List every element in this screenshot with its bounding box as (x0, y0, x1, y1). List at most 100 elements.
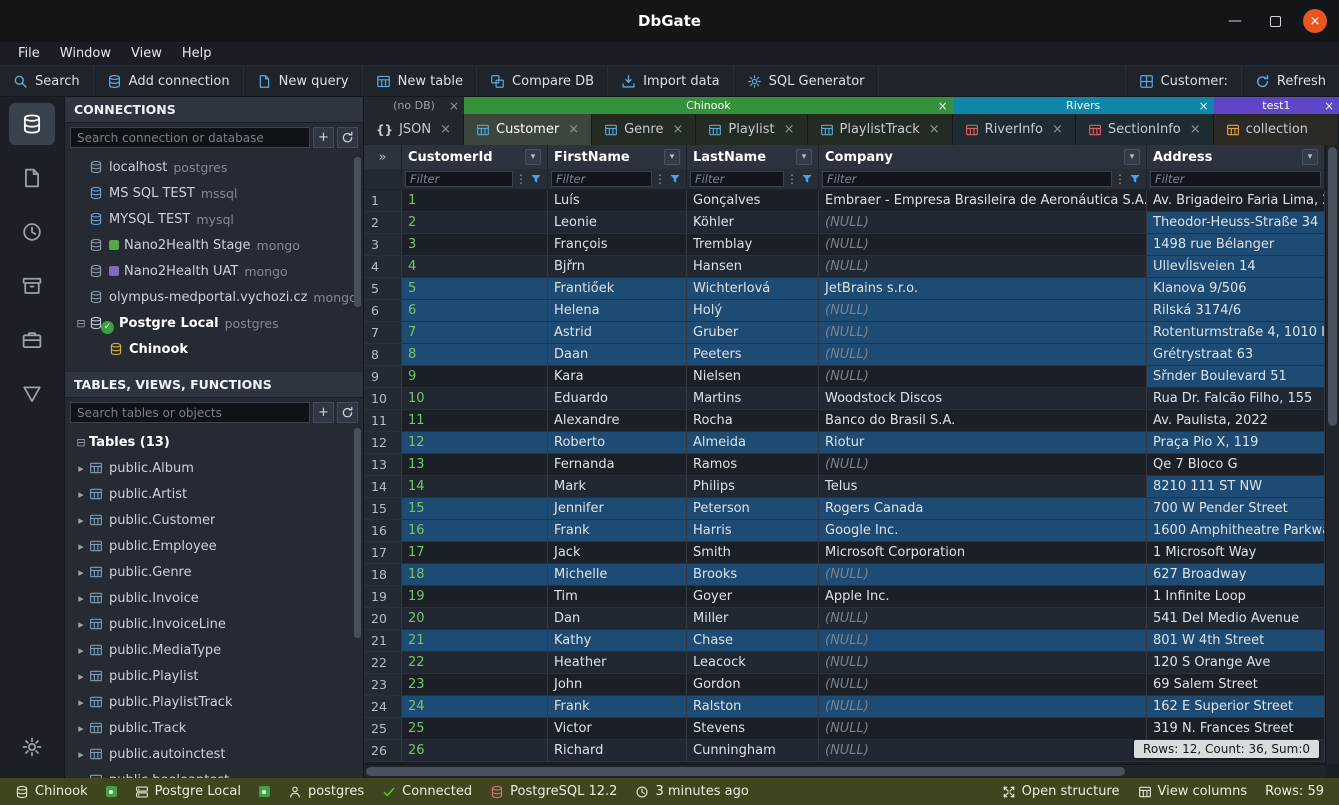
close-button[interactable]: × (1303, 9, 1327, 33)
expand-icon[interactable]: ▸ (73, 592, 89, 605)
close-tab-group-icon[interactable]: × (1199, 99, 1209, 113)
tables-scrollbar[interactable] (354, 428, 361, 638)
cell-lastname[interactable]: Ralston (687, 696, 819, 718)
sidebar-connections[interactable] (9, 103, 55, 145)
close-tab-group-icon[interactable]: × (1324, 99, 1334, 113)
status-rows-59[interactable]: Rows: 59 (1256, 784, 1333, 799)
cell-firstname[interactable]: Frantiőek (548, 278, 687, 300)
table-public-mediatype[interactable]: ▸public.MediaType (65, 637, 363, 663)
cell-company[interactable]: Woodstock Discos (819, 388, 1147, 410)
cell-lastname[interactable]: Smith (687, 542, 819, 564)
cell-company[interactable]: (NULL) (819, 630, 1147, 652)
cell-firstname[interactable]: Kathy (548, 630, 687, 652)
close-tab-icon[interactable]: × (1052, 122, 1063, 137)
cell-address[interactable]: Praça Pio X, 119 (1147, 432, 1325, 454)
row-number[interactable]: 26 (364, 740, 402, 762)
cell-address[interactable]: Rilská 3174/6 (1147, 300, 1325, 322)
cell-company[interactable]: (NULL) (819, 718, 1147, 740)
cell-lastname[interactable]: Ramos (687, 454, 819, 476)
cell-customerid[interactable]: 14 (402, 476, 548, 498)
tab-sectioninfo[interactable]: SectionInfo× (1076, 114, 1214, 145)
cell-firstname[interactable]: Richard (548, 740, 687, 762)
cell-company[interactable]: Google Inc. (819, 520, 1147, 542)
cell-address[interactable]: 801 W 4th Street (1147, 630, 1325, 652)
expand-icon[interactable]: ▸ (73, 670, 89, 683)
toolbar-import-data[interactable]: Import data (608, 66, 734, 96)
connection-chinook[interactable]: Chinook (65, 336, 363, 362)
cell-firstname[interactable]: Kara (548, 366, 687, 388)
cell-customerid[interactable]: 2 (402, 212, 548, 234)
expand-icon[interactable]: ▸ (73, 748, 89, 761)
cell-company[interactable]: Riotur (819, 432, 1147, 454)
cell-customerid[interactable]: 9 (402, 366, 548, 388)
cell-customerid[interactable]: 12 (402, 432, 548, 454)
filter-input-lastname[interactable] (690, 171, 784, 187)
cell-address[interactable]: 120 S Orange Ave (1147, 652, 1325, 674)
cell-firstname[interactable]: Frank (548, 520, 687, 542)
cell-address[interactable]: Sřnder Boulevard 51 (1147, 366, 1325, 388)
cell-customerid[interactable]: 23 (402, 674, 548, 696)
cell-lastname[interactable]: Gordon (687, 674, 819, 696)
cell-company[interactable]: (NULL) (819, 652, 1147, 674)
cell-address[interactable]: 700 W Pender Street (1147, 498, 1325, 520)
cell-customerid[interactable]: 10 (402, 388, 548, 410)
cell-company[interactable]: (NULL) (819, 256, 1147, 278)
connection-mysql-test[interactable]: MYSQL TESTmysql (65, 206, 363, 232)
cell-lastname[interactable]: Leacock (687, 652, 819, 674)
cell-address[interactable]: 1498 rue Bélanger (1147, 234, 1325, 256)
sidebar-history[interactable] (9, 211, 55, 253)
expand-icon[interactable]: ▸ (73, 774, 89, 779)
close-tab-icon[interactable]: × (929, 122, 940, 137)
toolbar-compare-db[interactable]: Compare DB (477, 66, 608, 96)
cell-lastname[interactable]: Cunningham (687, 740, 819, 762)
row-number[interactable]: 4 (364, 256, 402, 278)
toolbar-search[interactable]: Search (0, 66, 94, 96)
cell-firstname[interactable]: Helena (548, 300, 687, 322)
cell-lastname[interactable]: Peeters (687, 344, 819, 366)
row-number[interactable]: 3 (364, 234, 402, 256)
row-number[interactable]: 9 (364, 366, 402, 388)
cell-company[interactable]: Apple Inc. (819, 586, 1147, 608)
cell-firstname[interactable]: François (548, 234, 687, 256)
table-public-booleantest[interactable]: ▸public.booleantest (65, 767, 363, 778)
cell-firstname[interactable]: Leonie (548, 212, 687, 234)
status-led[interactable] (97, 786, 126, 797)
cell-address[interactable]: 627 Broadway (1147, 564, 1325, 586)
cell-customerid[interactable]: 11 (402, 410, 548, 432)
connection-localhost[interactable]: localhostpostgres (65, 154, 363, 180)
cell-customerid[interactable]: 22 (402, 652, 548, 674)
row-number[interactable]: 5 (364, 278, 402, 300)
cell-customerid[interactable]: 6 (402, 300, 548, 322)
row-number[interactable]: 20 (364, 608, 402, 630)
sidebar-archive[interactable] (9, 265, 55, 307)
close-tab-icon[interactable]: × (440, 122, 451, 137)
filter-input-address[interactable] (1150, 171, 1321, 187)
status-chinook[interactable]: Chinook (6, 784, 97, 799)
row-number[interactable]: 18 (364, 564, 402, 586)
cell-customerid[interactable]: 26 (402, 740, 548, 762)
cell-customerid[interactable]: 17 (402, 542, 548, 564)
collapse-icon[interactable]: ⊟ (73, 317, 89, 330)
cell-company[interactable]: (NULL) (819, 344, 1147, 366)
row-number[interactable]: 16 (364, 520, 402, 542)
column-header-company[interactable]: Company▾ (819, 145, 1147, 169)
expand-icon[interactable]: ▸ (73, 514, 89, 527)
column-dropdown-button[interactable]: ▾ (664, 149, 680, 165)
cell-customerid[interactable]: 16 (402, 520, 548, 542)
tab-group-header-rivers[interactable]: Rivers× (953, 97, 1214, 114)
cell-company[interactable]: (NULL) (819, 322, 1147, 344)
tables-search-input[interactable] (70, 402, 310, 423)
filter-menu-button[interactable]: ⋮ (786, 172, 797, 186)
status-open-structure[interactable]: Open structure (993, 784, 1129, 799)
connection-olympus-medportal-vychozi-cz[interactable]: olympus-medportal.vychozi.czmongo (65, 284, 363, 310)
cell-customerid[interactable]: 20 (402, 608, 548, 630)
column-header-customerid[interactable]: CustomerId▾ (402, 145, 548, 169)
connection-nano2health-stage[interactable]: Nano2Health Stagemongo (65, 232, 363, 258)
tab-genre[interactable]: Genre× (592, 114, 696, 145)
cell-firstname[interactable]: Daan (548, 344, 687, 366)
cell-customerid[interactable]: 15 (402, 498, 548, 520)
sidebar-settings[interactable] (9, 726, 55, 768)
close-tab-group-icon[interactable]: × (938, 99, 948, 113)
row-number[interactable]: 11 (364, 410, 402, 432)
row-number[interactable]: 19 (364, 586, 402, 608)
